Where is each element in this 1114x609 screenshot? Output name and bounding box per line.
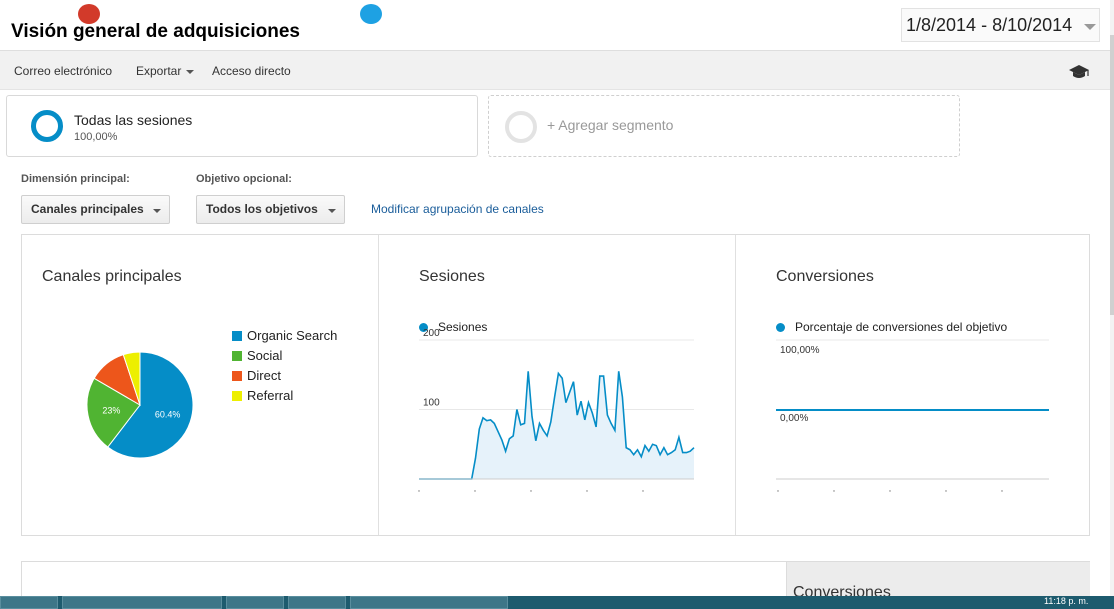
modify-channel-grouping-link[interactable]: Modificar agrupación de canales: [371, 202, 544, 216]
legend-swatch: [232, 390, 242, 401]
chrome-icon: [78, 4, 100, 24]
sessions-y-tick-label: 200: [423, 328, 440, 339]
pie-slice-label: 60.4%: [155, 409, 181, 419]
chevron-down-icon: [153, 209, 161, 213]
page-header: Visión general de adquisiciones 1/8/2014…: [0, 0, 1114, 50]
legend-label: Direct: [247, 368, 281, 383]
add-segment-button[interactable]: + Agregar segmento: [488, 95, 960, 157]
legend-swatch: [232, 370, 242, 381]
goal-value: Todos los objetivos: [206, 202, 318, 216]
taskbar-clock: 11:18 p. m.: [1044, 596, 1089, 606]
analytics-app: Visión general de adquisiciones 1/8/2014…: [0, 0, 1114, 609]
pie-legend-item: Referral: [232, 388, 293, 403]
legend-swatch: [232, 330, 242, 341]
sessions-x-tick-mark: [418, 490, 420, 492]
os-taskbar: 11:18 p. m.: [0, 596, 1114, 609]
graduation-cap-icon[interactable]: [1068, 62, 1090, 80]
legend-label: Social: [247, 348, 283, 363]
segment-percent: 100,00%: [74, 131, 118, 143]
shortcut-button[interactable]: Acceso directo: [212, 64, 291, 78]
report-toolbar: Correo electrónico Exportar Acceso direc…: [0, 50, 1114, 90]
channels-pie-chart: 60.4% 23%: [86, 351, 194, 459]
taskbar-start-area[interactable]: [0, 596, 58, 609]
pie-slice-label: 23%: [102, 406, 120, 416]
conversions-x-tick-mark: [889, 490, 891, 492]
sessions-x-tick-mark: [474, 490, 476, 492]
segment-name: Todas las sesiones: [74, 112, 193, 128]
taskbar-app-chrome[interactable]: [62, 596, 222, 609]
conversions-x-tick-mark: [833, 490, 835, 492]
sessions-x-tick-mark: [530, 490, 532, 492]
pie-legend-item: Social: [232, 348, 282, 363]
primary-dimension-value: Canales principales: [31, 202, 144, 216]
goal-select[interactable]: Todos los objetivos: [196, 195, 345, 224]
goal-label: Objetivo opcional:: [196, 173, 292, 185]
date-range-picker[interactable]: 1/8/2014 - 8/10/2014: [901, 8, 1100, 42]
legend-label: Organic Search: [247, 328, 338, 343]
date-range-text: 1/8/2014 - 8/10/2014: [906, 14, 1073, 35]
conversions-line-chart: 100,00% 0,00%: [776, 339, 1049, 492]
overview-cards: Canales principales 60.4% 23% Organic Sea…: [21, 234, 1090, 536]
primary-dimension-select[interactable]: Canales principales: [21, 195, 170, 224]
legend-swatch: [232, 350, 242, 361]
export-button[interactable]: Exportar: [136, 64, 195, 78]
sessions-x-tick-mark: [642, 490, 644, 492]
scrollbar-thumb[interactable]: [1110, 35, 1114, 315]
channels-card: Canales principales 60.4% 23% Organic Sea…: [22, 235, 378, 535]
add-segment-label: + Agregar segmento: [547, 117, 674, 133]
date-range-caret-icon[interactable]: [1084, 24, 1096, 30]
sessions-x-tick-mark: [586, 490, 588, 492]
taskbar-app-paint[interactable]: [288, 596, 346, 609]
export-caret-icon: [186, 69, 195, 74]
conversions-x-tick-mark: [945, 490, 947, 492]
conversions-card: Conversiones Porcentaje de conversiones …: [735, 235, 1089, 535]
page-title: Visión general de adquisiciones: [11, 21, 300, 42]
segment-ring-icon: [31, 110, 63, 142]
segment-all-sessions[interactable]: Todas las sesiones 100,00%: [6, 95, 478, 157]
chevron-down-icon: [328, 209, 336, 213]
conversions-y-tick-label: 0,00%: [780, 413, 808, 424]
conversions-x-tick-mark: [1001, 490, 1003, 492]
add-segment-ring-icon: [505, 111, 537, 143]
email-button[interactable]: Correo electrónico: [14, 64, 112, 78]
skype-icon: [360, 4, 382, 24]
pie-legend-item: Organic Search: [232, 328, 337, 343]
taskbar-app-skype[interactable]: [350, 596, 508, 609]
sessions-y-tick-label: 100: [423, 398, 440, 409]
sessions-area-chart: 100 200: [418, 328, 695, 492]
export-label: Exportar: [136, 64, 182, 78]
pie-legend-item: Direct: [232, 368, 281, 383]
legend-label: Referral: [247, 388, 294, 403]
conversions-x-tick-mark: [777, 490, 779, 492]
sessions-card: Sesiones Sesiones 100 200: [378, 235, 735, 535]
taskbar-app-tool[interactable]: [226, 596, 284, 609]
primary-dimension-label: Dimensión principal:: [21, 173, 130, 185]
conversions-y-tick-label: 100,00%: [780, 345, 820, 356]
